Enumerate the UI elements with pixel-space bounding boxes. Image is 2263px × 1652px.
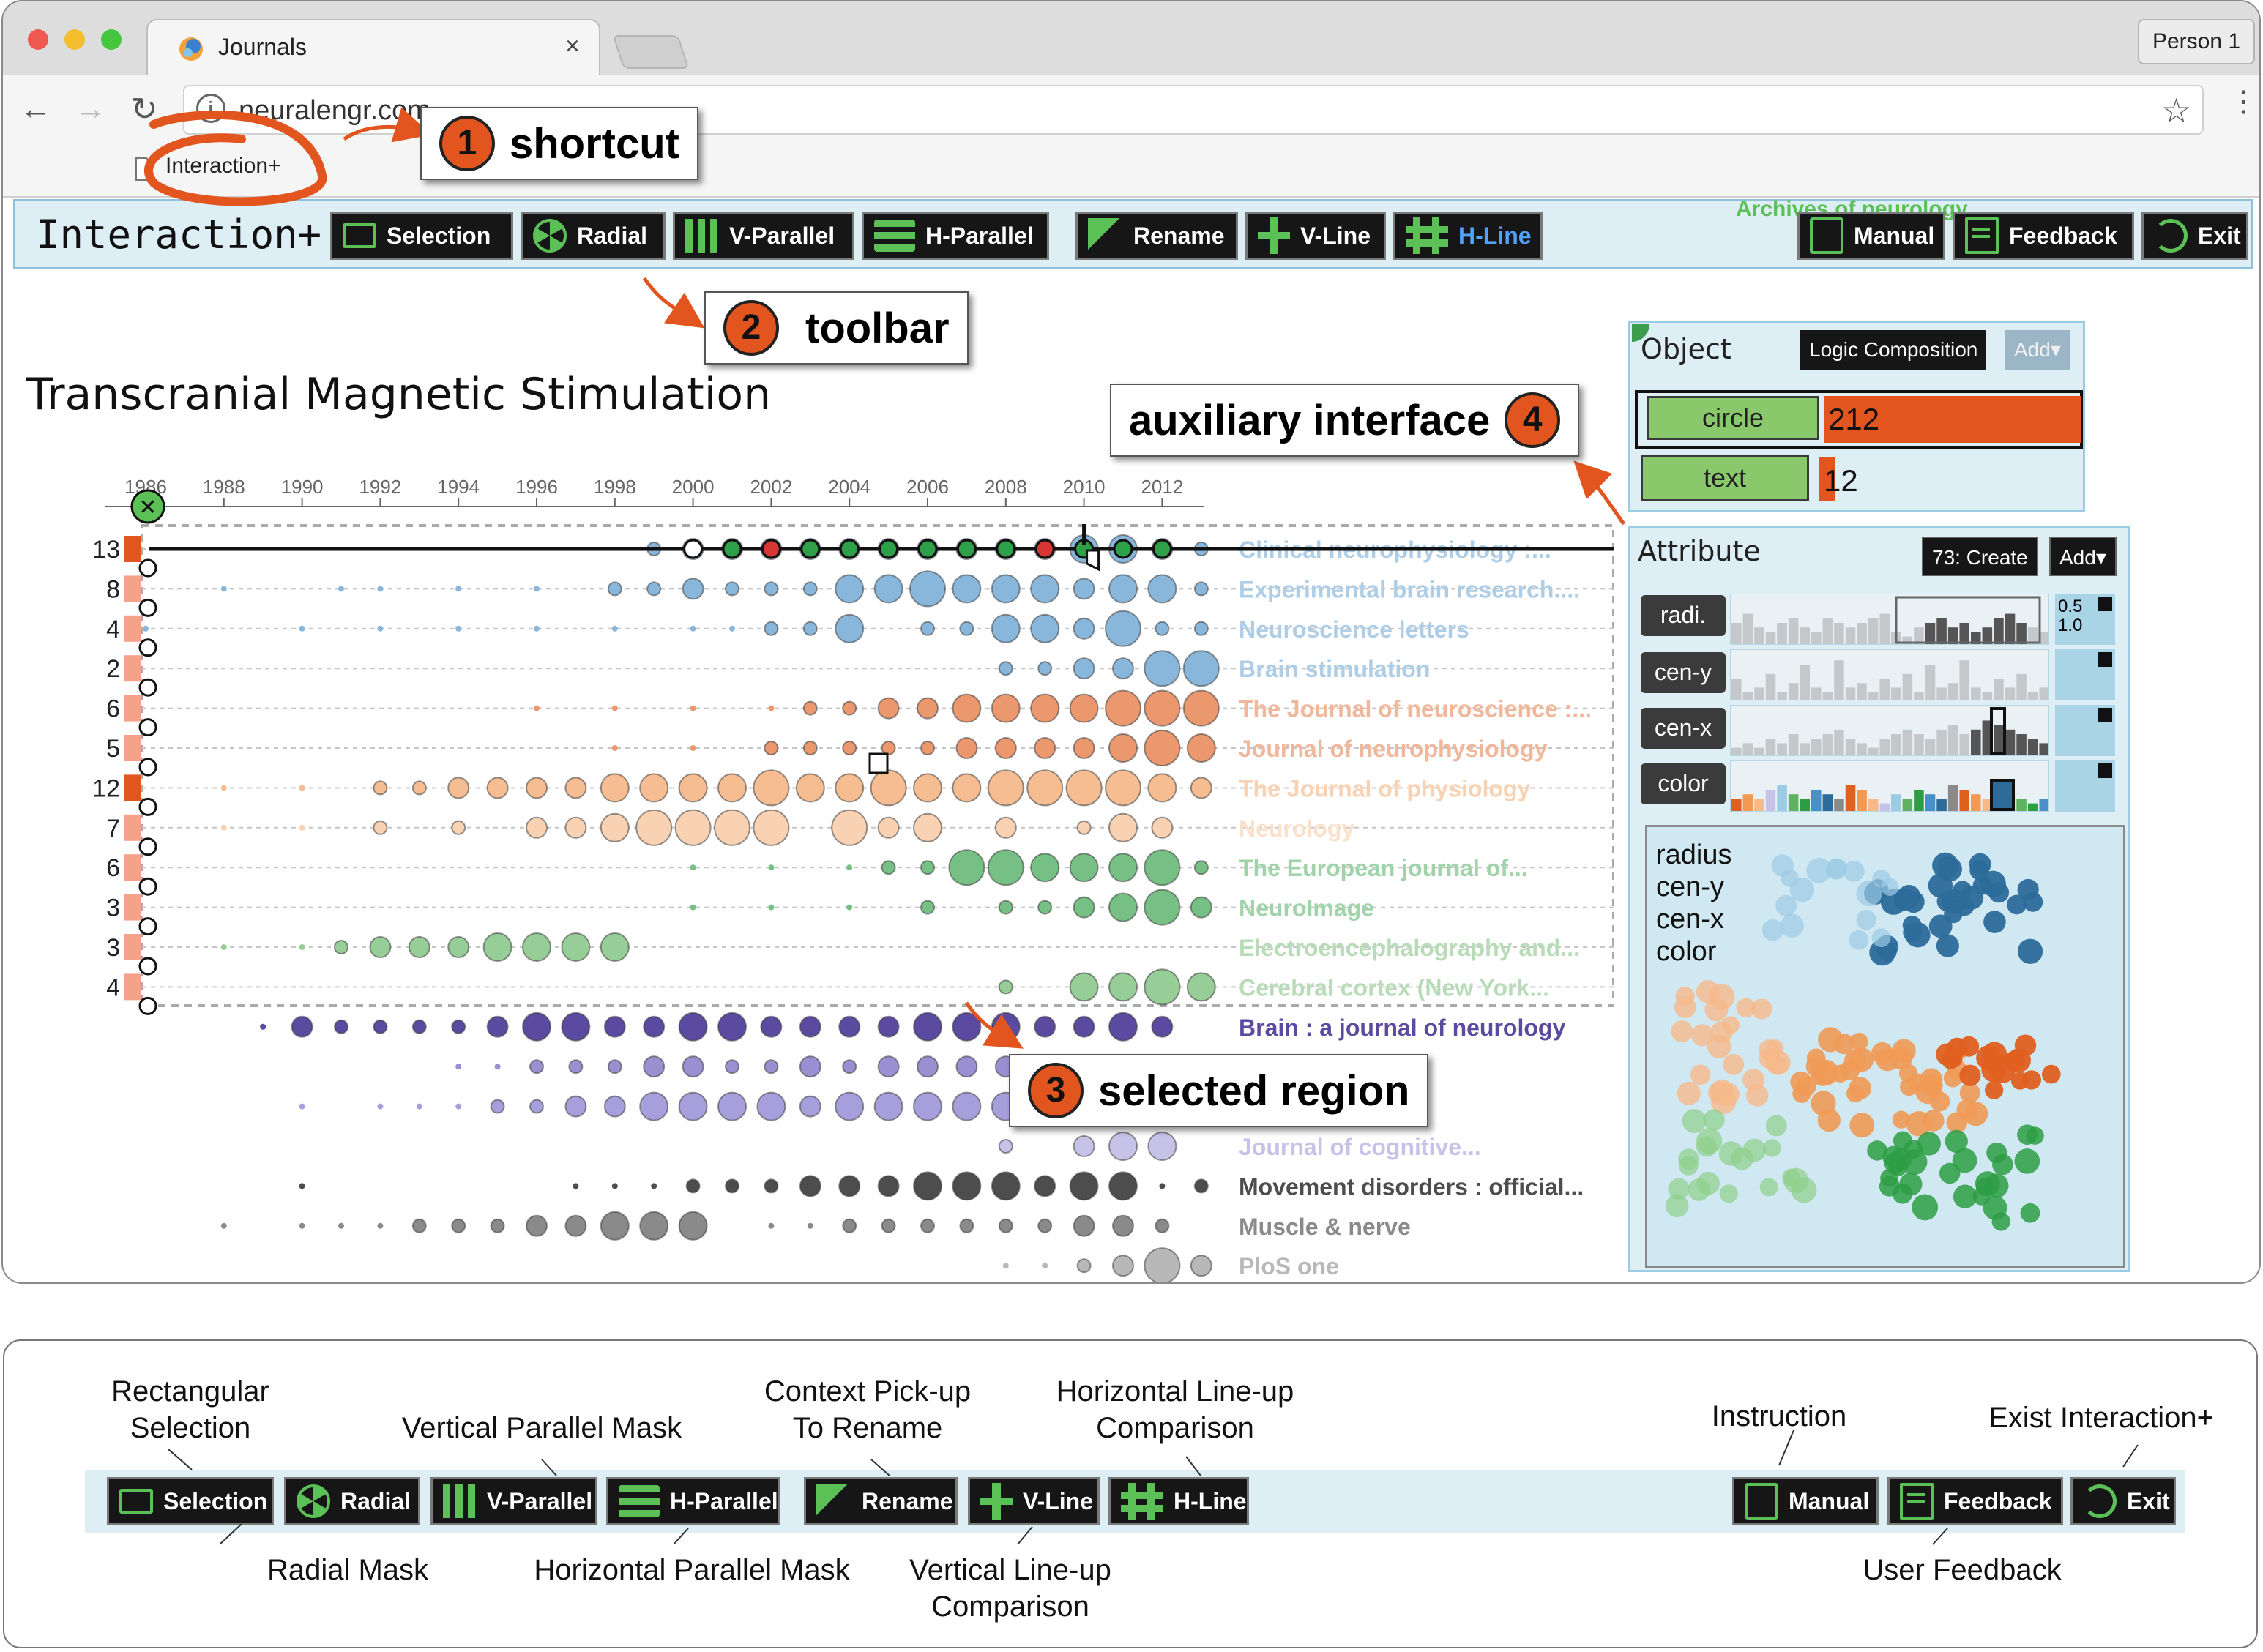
- ann-rectangular-selection: Rectangular Selection: [88, 1373, 293, 1446]
- callout-badge-4: 4: [1505, 392, 1561, 448]
- callout-badge-1: 1: [439, 116, 495, 171]
- ann-instruction-text: Instruction: [1711, 1400, 1847, 1432]
- ann-user-feedback: User Feedback: [1845, 1552, 2079, 1588]
- ann-vertical-parallel-text: Vertical Parallel Mask: [401, 1412, 682, 1444]
- ann-rectangular-selection-text: Rectangular Selection: [111, 1375, 269, 1444]
- ann-rename: Context Pick-up To Rename: [754, 1373, 981, 1446]
- shortcut-scribble: [144, 111, 327, 206]
- selected-region-arrow: [964, 1001, 1024, 1049]
- ann-instruction: Instruction: [1699, 1398, 1860, 1435]
- ann-horizontal-parallel-text: Horizontal Parallel Mask: [534, 1554, 850, 1586]
- callout-badge-2: 2: [723, 300, 779, 356]
- callout-text-selected-region: selected region: [1098, 1066, 1410, 1115]
- ann-vertical-parallel: Vertical Parallel Mask: [381, 1410, 703, 1446]
- callout-selected-region: 3 selected region: [1009, 1054, 1429, 1127]
- ann-radial-mask: Radial Mask: [249, 1552, 447, 1588]
- callout-auxiliary: auxiliary interface 4: [1110, 384, 1580, 457]
- callout-text-shortcut: shortcut: [510, 119, 679, 168]
- ann-horizontal-lineup: Horizontal Line-up Comparison: [1040, 1373, 1311, 1446]
- ann-radial-mask-text: Radial Mask: [266, 1554, 429, 1586]
- ann-vertical-lineup-text: Vertical Line-up Comparison: [909, 1554, 1111, 1623]
- callout-shortcut: 1 shortcut: [420, 107, 698, 180]
- ann-horizontal-parallel: Horizontal Parallel Mask: [512, 1552, 871, 1588]
- ann-rename-text: Context Pick-up To Rename: [764, 1375, 972, 1444]
- ann-exit: Exist Interaction+: [1977, 1399, 2226, 1436]
- ann-horizontal-lineup-text: Horizontal Line-up Comparison: [1056, 1375, 1294, 1444]
- shortcut-arrow: [343, 107, 432, 143]
- ann-exit-text: Exist Interaction+: [1988, 1402, 2214, 1434]
- auxiliary-arrow: [1573, 460, 1626, 526]
- callout-text-toolbar: toolbar: [805, 304, 950, 352]
- callout-toolbar: 2 toolbar: [704, 291, 969, 365]
- toolbar-arrow: [642, 277, 705, 329]
- callout-text-auxiliary: auxiliary interface: [1129, 396, 1491, 444]
- callout-badge-3: 3: [1028, 1063, 1084, 1118]
- ann-user-feedback-text: User Feedback: [1863, 1554, 2062, 1586]
- ann-vertical-lineup: Vertical Line-up Comparison: [886, 1552, 1135, 1625]
